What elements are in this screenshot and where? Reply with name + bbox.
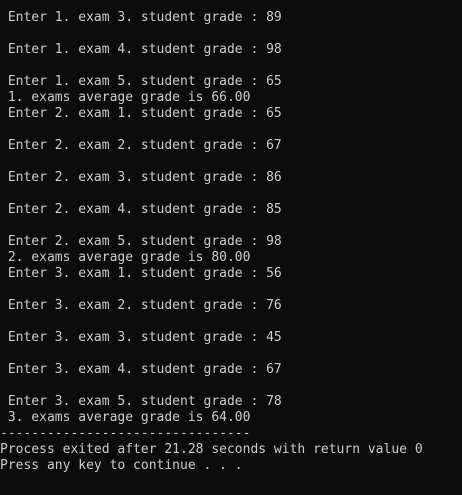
console-line: Enter 3. exam 5. student grade : 78	[0, 394, 282, 409]
console-line: Enter 1. exam 4. student grade : 98	[0, 42, 282, 57]
console-line: 1. exams average grade is 66.00	[0, 90, 251, 105]
console-line: Enter 3. exam 2. student grade : 76	[0, 298, 282, 313]
console-line: 2. exams average grade is 80.00	[0, 250, 251, 265]
console-window[interactable]: Enter 1. exam 3. student grade : 89 Ente…	[0, 0, 462, 495]
separator-line: --------------------------------	[0, 426, 251, 441]
console-line: Enter 2. exam 3. student grade : 86	[0, 170, 282, 185]
console-line: Enter 2. exam 1. student grade : 65	[0, 106, 282, 121]
console-line: Enter 2. exam 2. student grade : 67	[0, 138, 282, 153]
console-line: Enter 2. exam 4. student grade : 85	[0, 202, 282, 217]
console-line: Enter 3. exam 4. student grade : 67	[0, 362, 282, 377]
console-line: Enter 1. exam 5. student grade : 65	[0, 74, 282, 89]
process-exit-message: Process exited after 21.28 seconds with …	[0, 442, 423, 457]
press-any-key-prompt: Press any key to continue . . .	[0, 458, 243, 473]
console-line: Enter 1. exam 3. student grade : 89	[0, 10, 282, 25]
console-line: Enter 3. exam 1. student grade : 56	[0, 266, 282, 281]
console-line: Enter 3. exam 3. student grade : 45	[0, 330, 282, 345]
console-line: Enter 2. exam 5. student grade : 98	[0, 234, 282, 249]
console-line: 3. exams average grade is 64.00	[0, 410, 251, 425]
